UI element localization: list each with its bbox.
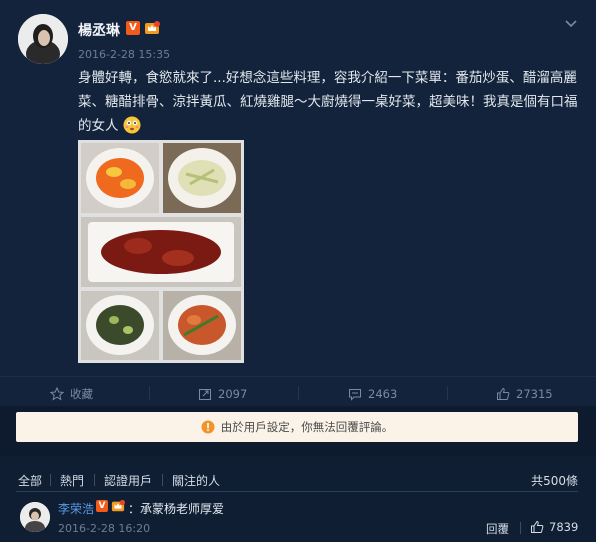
- comment-like-count: 7839: [549, 520, 579, 534]
- commenter-name[interactable]: 李荣浩: [58, 500, 94, 517]
- commenter-avatar[interactable]: [20, 502, 50, 532]
- filter-divider: [94, 474, 95, 486]
- author-avatar[interactable]: [18, 14, 68, 64]
- filter-verified[interactable]: 認證用戶: [104, 472, 152, 489]
- verified-badge-icon: V: [96, 500, 108, 512]
- comment-action-divider: [520, 522, 521, 534]
- blushing-emoji-icon: [123, 116, 141, 134]
- action-divider: [149, 386, 150, 400]
- post-action-bar: 收藏 2097 2463 27315: [0, 376, 596, 408]
- comment-timestamp: 2016-2-28 16:20: [58, 522, 151, 535]
- comment-count: 2463: [368, 387, 398, 401]
- post-body: 身體好轉，食慾就來了...好想念這些料理，容我介紹一下菜單：番茄炒蛋、醋溜高麗菜…: [78, 66, 578, 138]
- post-text: 身體好轉，食慾就來了...好想念這些料理，容我介紹一下菜單：番茄炒蛋、醋溜高麗菜…: [78, 70, 578, 134]
- thumbs-up-icon: [497, 387, 510, 400]
- comment-button[interactable]: 2463: [348, 385, 397, 403]
- comment-total-count: 共500條: [531, 474, 578, 488]
- like-button[interactable]: 27315: [496, 385, 553, 403]
- warning-icon: [201, 420, 215, 434]
- thumbs-up-icon: [531, 520, 544, 533]
- repost-count: 2097: [218, 387, 248, 401]
- reply-button[interactable]: 回覆: [486, 521, 509, 537]
- like-count: 27315: [516, 387, 553, 401]
- filter-divider: [50, 474, 51, 486]
- repost-button[interactable]: 2097: [198, 385, 247, 403]
- member-crown-icon: [111, 499, 125, 512]
- filter-hot[interactable]: 熱門: [60, 472, 84, 489]
- chevron-down-icon[interactable]: [562, 14, 580, 32]
- favorite-label: 收藏: [70, 387, 93, 401]
- member-crown-icon: [145, 21, 160, 34]
- food-collage-image[interactable]: [78, 140, 244, 363]
- comment-divider-line: [16, 491, 578, 492]
- comment-like-button[interactable]: 7839: [530, 520, 578, 534]
- repost-icon: [199, 389, 211, 400]
- star-icon: [50, 387, 64, 401]
- comment-icon: [349, 389, 361, 401]
- author-name[interactable]: 楊丞琳: [78, 20, 120, 40]
- weibo-post-card: 楊丞琳 V 2016-2-28 15:35 身體好轉，食慾就來了...好想念這些…: [0, 0, 596, 406]
- action-divider: [447, 386, 448, 400]
- action-divider: [298, 386, 299, 400]
- filter-all[interactable]: 全部: [18, 472, 42, 489]
- filter-divider: [162, 474, 163, 486]
- favorite-button[interactable]: 收藏: [50, 385, 93, 403]
- post-timestamp[interactable]: 2016-2-28 15:35: [78, 48, 170, 61]
- verified-badge-icon: V: [126, 21, 140, 35]
- comment-filter-bar: 全部 熱門 認證用戶 關注的人 共500條: [0, 466, 596, 492]
- comment-restriction-notice: 由於用戶設定，你無法回覆評論。: [16, 412, 578, 442]
- comment-area: 由於用戶設定，你無法回覆評論。: [0, 406, 596, 456]
- notice-text: 由於用戶設定，你無法回覆評論。: [220, 420, 394, 434]
- filter-following[interactable]: 關注的人: [172, 472, 220, 489]
- comment-text: ：承蒙杨老师厚爱: [128, 502, 225, 516]
